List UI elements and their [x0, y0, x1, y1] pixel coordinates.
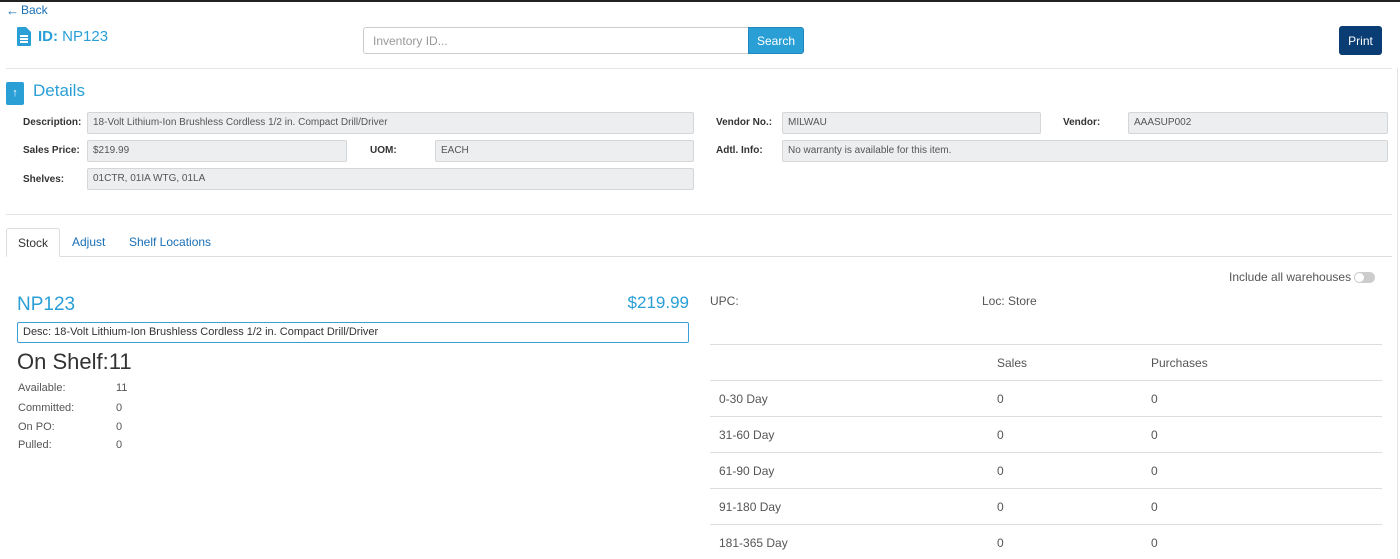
- print-button[interactable]: Print: [1339, 26, 1382, 55]
- sales-cell: 0: [997, 535, 1004, 550]
- on-po-label: On PO:: [18, 421, 55, 433]
- document-icon: [17, 27, 31, 46]
- tab-shelf-locations[interactable]: Shelf Locations: [129, 228, 211, 257]
- loc-label: Loc: Store: [982, 294, 1037, 308]
- vendor-no-field: MILWAU: [782, 112, 1041, 134]
- shelves-field: 01CTR, 01IA WTG, 01LA: [87, 168, 694, 190]
- description-label: Description:: [23, 117, 82, 128]
- arrow-left-icon: ←: [6, 2, 19, 18]
- tab-adjust[interactable]: Adjust: [72, 228, 105, 257]
- sales-cell: 0: [997, 488, 1151, 525]
- available-value: 11: [116, 382, 128, 394]
- sales-price-field: $219.99: [87, 140, 347, 162]
- on-shelf-label: On Shelf:: [17, 349, 109, 374]
- shelves-label: Shelves:: [23, 174, 65, 185]
- include-warehouses-toggle[interactable]: [1354, 272, 1375, 283]
- upc-label: UPC:: [710, 294, 739, 308]
- back-link[interactable]: ← Back: [6, 3, 48, 17]
- collapse-details-icon[interactable]: ↑: [6, 82, 24, 105]
- include-warehouses-label: Include all warehouses: [1229, 270, 1352, 284]
- on-shelf-count: On Shelf:11: [17, 349, 132, 375]
- table-row: 61-90 Day 0 0: [710, 452, 1382, 489]
- search-button[interactable]: Search: [748, 27, 804, 54]
- right-edge-border: [1397, 68, 1398, 559]
- table-header-row: Sales Purchases: [710, 344, 1382, 381]
- sales-history-table: Sales Purchases 0-30 Day 0 0 31-60 Day 0…: [710, 344, 1382, 559]
- period-cell: 0-30 Day: [710, 380, 997, 417]
- inventory-id-input[interactable]: [363, 27, 749, 54]
- period-cell: 61-90 Day: [710, 452, 997, 489]
- pulled-label: Pulled:: [18, 439, 52, 451]
- table-row: 0-30 Day 0 0: [710, 380, 1382, 417]
- committed-label: Committed:: [18, 402, 75, 414]
- id-prefix: ID:: [38, 28, 58, 45]
- table-row: 181-365 Day 0 0: [710, 525, 1382, 559]
- on-shelf-value: 11: [108, 349, 132, 374]
- vendor-label: Vendor:: [1063, 117, 1101, 128]
- table-row: 31-60 Day 0 0: [710, 416, 1382, 453]
- period-cell: 31-60 Day: [710, 416, 997, 453]
- purchases-cell: 0: [1151, 488, 1382, 525]
- on-po-value: 0: [116, 421, 123, 433]
- description-box: Desc: 18-Volt Lithium-Ion Brushless Cord…: [17, 322, 689, 343]
- tabs-baseline: [6, 256, 1392, 257]
- committed-value: 0: [116, 402, 123, 414]
- uom-label: UOM:: [370, 145, 397, 156]
- description-field: 18-Volt Lithium-Ion Brushless Cordless 1…: [87, 112, 694, 134]
- back-label: Back: [21, 3, 48, 17]
- tab-stock[interactable]: Stock: [6, 228, 60, 257]
- available-label: Available:: [18, 382, 66, 394]
- uom-field: EACH: [435, 140, 694, 162]
- part-number: NP123: [17, 294, 76, 315]
- sales-cell: 0: [997, 452, 1151, 489]
- adtl-info-label: Adtl. Info:: [716, 145, 763, 156]
- vendor-no-label: Vendor No.:: [716, 117, 773, 128]
- details-title: Details: [33, 81, 85, 100]
- purchases-header: Purchases: [1151, 344, 1382, 381]
- vendor-field: AAASUP002: [1128, 112, 1388, 134]
- period-header: [710, 344, 997, 381]
- sales-cell: 0: [997, 416, 1151, 453]
- purchases-cell: 0: [1151, 452, 1382, 489]
- sales-price-label: Sales Price:: [23, 145, 80, 156]
- adtl-info-field: No warranty is available for this item.: [782, 140, 1388, 162]
- part-price: $219.99: [627, 293, 689, 312]
- header-divider: [6, 68, 1392, 69]
- page-title: ID: NP123: [38, 28, 108, 45]
- purchases-cell: 0: [1151, 416, 1382, 453]
- sales-header: Sales: [997, 344, 1151, 381]
- id-value: NP123: [62, 28, 109, 45]
- period-cell: 181-365 Day: [719, 535, 788, 550]
- purchases-cell: 0: [1151, 380, 1382, 417]
- purchases-cell: 0: [1151, 535, 1158, 550]
- period-cell: 91-180 Day: [710, 488, 997, 525]
- details-divider: [6, 214, 1392, 215]
- table-row: 91-180 Day 0 0: [710, 488, 1382, 525]
- pulled-value: 0: [116, 439, 123, 451]
- sales-cell: 0: [997, 380, 1151, 417]
